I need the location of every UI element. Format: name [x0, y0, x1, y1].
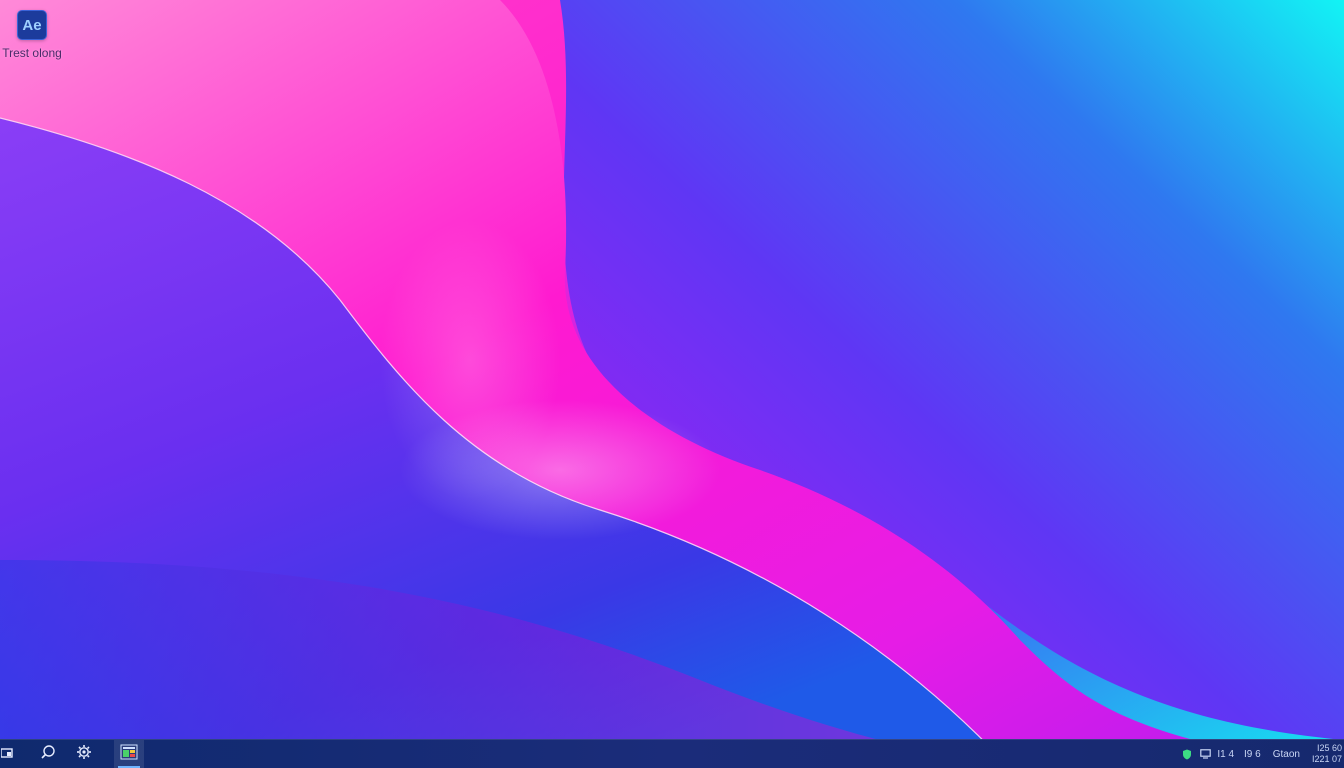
desktop-icon-label: Trest olong [2, 46, 62, 60]
monitor-icon[interactable] [1200, 749, 1212, 759]
app-icon [120, 744, 138, 765]
clock-date: I221 07 [1311, 754, 1342, 764]
system-tray: I1 4 I9 6 Gtaon I25 60 I221 07 [1182, 740, 1344, 768]
shield-icon[interactable] [1182, 749, 1192, 760]
settings-button[interactable] [72, 740, 96, 768]
after-effects-icon: Ae [17, 10, 47, 40]
search-icon [40, 744, 56, 765]
clock[interactable]: I25 60 I221 07 [1312, 743, 1344, 765]
tray-status-2[interactable]: I9 6 [1244, 749, 1261, 760]
tray-status-3[interactable]: Gtaon [1273, 749, 1300, 760]
tray-status-1[interactable]: I1 4 [1217, 749, 1234, 760]
desktop: Ae Trest olong I1 4 I9 6 Gtaon I25 60 I2… [0, 0, 1344, 768]
app-glyph: Ae [22, 16, 42, 34]
desktop-icon-app[interactable]: Ae Trest olong [2, 10, 62, 60]
clock-time: I25 60 [1316, 743, 1342, 753]
wallpaper [0, 0, 1344, 768]
settings-icon [76, 744, 92, 765]
taskbar: I1 4 I9 6 Gtaon I25 60 I221 07 [0, 739, 1344, 768]
start-button[interactable] [0, 740, 14, 768]
start-icon [0, 745, 13, 763]
taskbar-app-button[interactable] [114, 740, 144, 768]
search-button[interactable] [36, 740, 60, 768]
